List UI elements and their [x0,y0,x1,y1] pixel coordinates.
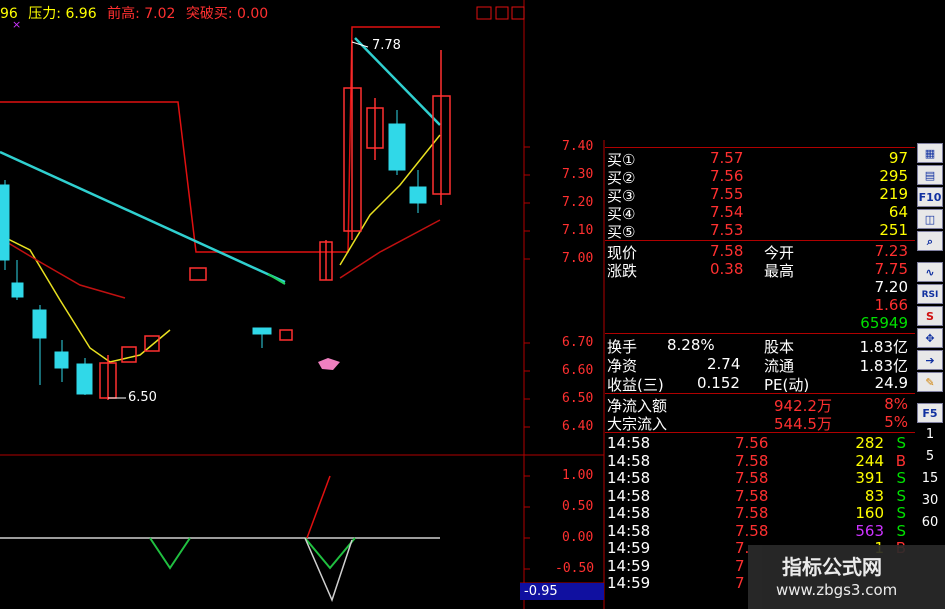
indicator-tick: 1.00 [562,468,594,483]
quote-row: 65949 [860,314,908,332]
price-tick: 7.30 [562,167,594,182]
indicator-tick: -0.50 [555,561,595,576]
toolbar-s-icon[interactable]: S [917,306,943,326]
price-tick: 7.20 [562,195,594,210]
fund-row: 换手 8.28% 股本 1.83亿 [607,336,908,356]
fund-row: 净资 2.74 流通 1.83亿 [607,355,908,375]
toolbar-grid-icon[interactable]: ▤ [917,165,943,185]
bid-row: 买④ 7.54 64 [607,203,908,223]
flow-row: 净流入额 942.2万 8% [607,395,908,415]
toolbar-move-icon[interactable]: ✥ [917,328,943,348]
quote-row: 7.20 [874,278,908,296]
price-tick: 7.40 [562,139,594,154]
indicator-header: 96 压力: 6.96 前高: 7.02 突破买: 0.00 [0,3,274,22]
toolbar-search-icon[interactable]: ⌕ [917,231,943,251]
tick-row: 14:58 7.58 160 S [607,504,906,522]
quote-row: 现价 7.58 今开 7.23 [607,242,908,262]
price-tick: 6.40 [562,419,594,434]
price-tick: 6.50 [562,391,594,406]
watermark-url: www.zbgs3.com [776,581,898,599]
indicator-tick: 0.00 [562,530,594,545]
price-tick: 7.10 [562,223,594,238]
period-1-button[interactable]: 1 [917,425,943,445]
toolbar-page-icon[interactable]: ▦ [917,143,943,163]
quote-row: 1.66 [874,296,908,314]
watermark: 指标公式网 www.zbgs3.com [748,545,945,609]
period-15-button[interactable]: 15 [917,469,943,489]
bid-row: 买① 7.57 97 [607,149,908,169]
tick-row: 14:58 7.56 282 S [607,434,906,452]
tick-row: 14:58 7.58 83 S [607,486,906,505]
quote-row: 涨跌 0.38 最高 7.75 [607,260,908,280]
price-tick: 6.60 [562,363,594,378]
price-tick: 7.00 [562,251,594,266]
flow-row: 大宗流入 544.5万 5% [607,413,908,433]
prev-high-value: 前高: 7.02 [107,6,176,22]
toolbar-rsi-button[interactable]: RSI [917,284,943,304]
tick-row: 14:58 7.58 391 S [607,469,906,487]
toolbar-f10-button[interactable]: F10 [917,187,943,207]
toolbar-wave-icon[interactable]: ∿ [917,262,943,282]
high-annotation: 7.78 [372,38,401,53]
period-30-button[interactable]: 30 [917,491,943,511]
close-icon[interactable]: × [12,18,21,31]
low-annotation: 6.50 [128,390,157,405]
toolbar-pen-icon[interactable]: ✎ [917,372,943,392]
period-5-button[interactable]: 5 [917,447,943,467]
price-tick: 6.70 [562,335,594,350]
toolbar-chart-icon[interactable]: ◫ [917,209,943,229]
toolbar-arrow-icon[interactable]: ➔ [917,350,943,370]
indicator-value: -0.95 [524,584,558,599]
watermark-title: 指标公式网 [782,555,882,579]
tick-row: 14:58 7.58 563 S [607,521,906,540]
tick-row: 14:58 7.58 244 B [607,451,906,470]
breakout-value: 突破买: 0.00 [185,6,269,22]
fund-row: 收益(三) 0.152 PE(动) 24.9 [607,374,908,394]
pressure-value: 压力: 6.96 [28,6,97,22]
bid-row: 买⑤ 7.53 251 [607,221,908,241]
indicator-tick: 0.50 [562,499,594,514]
toolbar-f5-button[interactable]: F5 [917,403,943,423]
period-60-button[interactable]: 60 [917,513,943,533]
bid-row: 买② 7.56 295 [607,167,908,187]
bid-row: 买③ 7.55 219 [607,185,908,205]
